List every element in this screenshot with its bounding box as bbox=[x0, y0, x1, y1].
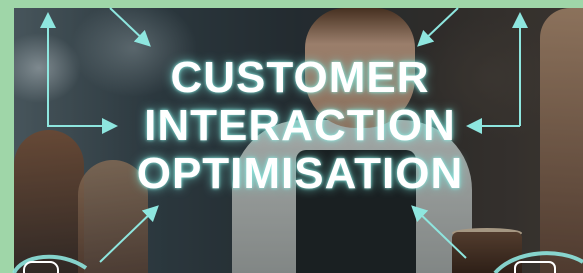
headline-line-1: CUSTOMER bbox=[170, 53, 430, 102]
headline-line-2: INTERACTION bbox=[144, 101, 456, 150]
button-outline-bottom-left bbox=[23, 261, 59, 273]
button-outline-bottom-right bbox=[514, 261, 556, 273]
arrow-icon bbox=[99, 205, 159, 263]
arrow-icon bbox=[411, 205, 467, 259]
headline-line-3: OPTIMISATION bbox=[136, 149, 464, 198]
arrow-icon bbox=[109, 7, 151, 47]
banner-image: CUSTOMER INTERACTION OPTIMISATION bbox=[0, 0, 583, 273]
arc-bottom-right bbox=[493, 251, 583, 273]
headline: CUSTOMER INTERACTION OPTIMISATION bbox=[95, 54, 505, 198]
arrow-icon bbox=[417, 7, 459, 47]
